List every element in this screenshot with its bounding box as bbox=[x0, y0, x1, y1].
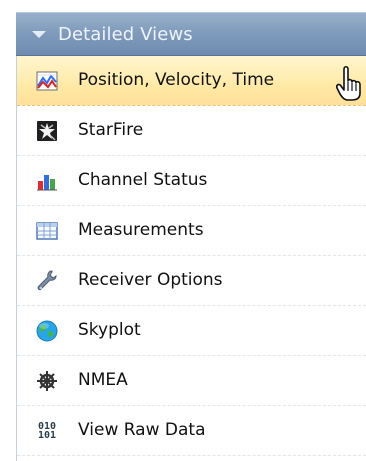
menu-item-receiver-options[interactable]: Receiver Options bbox=[17, 256, 366, 306]
section-title: Detailed Views bbox=[58, 23, 193, 45]
starfire-icon bbox=[35, 119, 59, 143]
globe-icon bbox=[35, 319, 59, 343]
menu-item-label: Receiver Options bbox=[78, 270, 223, 290]
menu-item-label: Skyplot bbox=[78, 320, 141, 340]
menu-item-channel-status[interactable]: Channel Status bbox=[17, 156, 366, 206]
menu-item-label: Measurements bbox=[78, 220, 204, 240]
binary-line-2: 101 bbox=[37, 430, 57, 441]
menu-item-label: Channel Status bbox=[78, 170, 208, 190]
menu-item-position-velocity-time[interactable]: Position, Velocity, Time bbox=[17, 56, 366, 106]
menu-item-label: View Raw Data bbox=[78, 420, 206, 440]
line-chart-icon bbox=[35, 69, 59, 93]
menu-item-nmea[interactable]: NMEA bbox=[17, 356, 366, 406]
detailed-views-list: Position, Velocity, Time StarFire Channe… bbox=[16, 56, 366, 461]
binary-icon: 010 101 bbox=[35, 419, 59, 443]
detailed-views-panel: Detailed Views Position, Velocity, Time bbox=[0, 0, 366, 461]
menu-item-skyplot[interactable]: Skyplot bbox=[17, 306, 366, 356]
menu-item-label: NMEA bbox=[78, 370, 128, 390]
ship-wheel-icon bbox=[35, 369, 59, 393]
menu-item-view-raw-data[interactable]: 010 101 View Raw Data bbox=[17, 406, 366, 456]
chevron-down-icon[interactable] bbox=[32, 30, 46, 38]
menu-item-starfire[interactable]: StarFire bbox=[17, 106, 366, 156]
menu-item-label: Position, Velocity, Time bbox=[78, 70, 275, 90]
menu-item-measurements[interactable]: Measurements bbox=[17, 206, 366, 256]
table-icon bbox=[35, 219, 59, 243]
menu-item-label: StarFire bbox=[78, 120, 144, 140]
wrench-icon bbox=[35, 269, 59, 293]
hand-cursor-icon bbox=[336, 65, 361, 101]
detailed-views-header[interactable]: Detailed Views bbox=[16, 12, 366, 56]
bar-chart-icon bbox=[35, 169, 59, 193]
